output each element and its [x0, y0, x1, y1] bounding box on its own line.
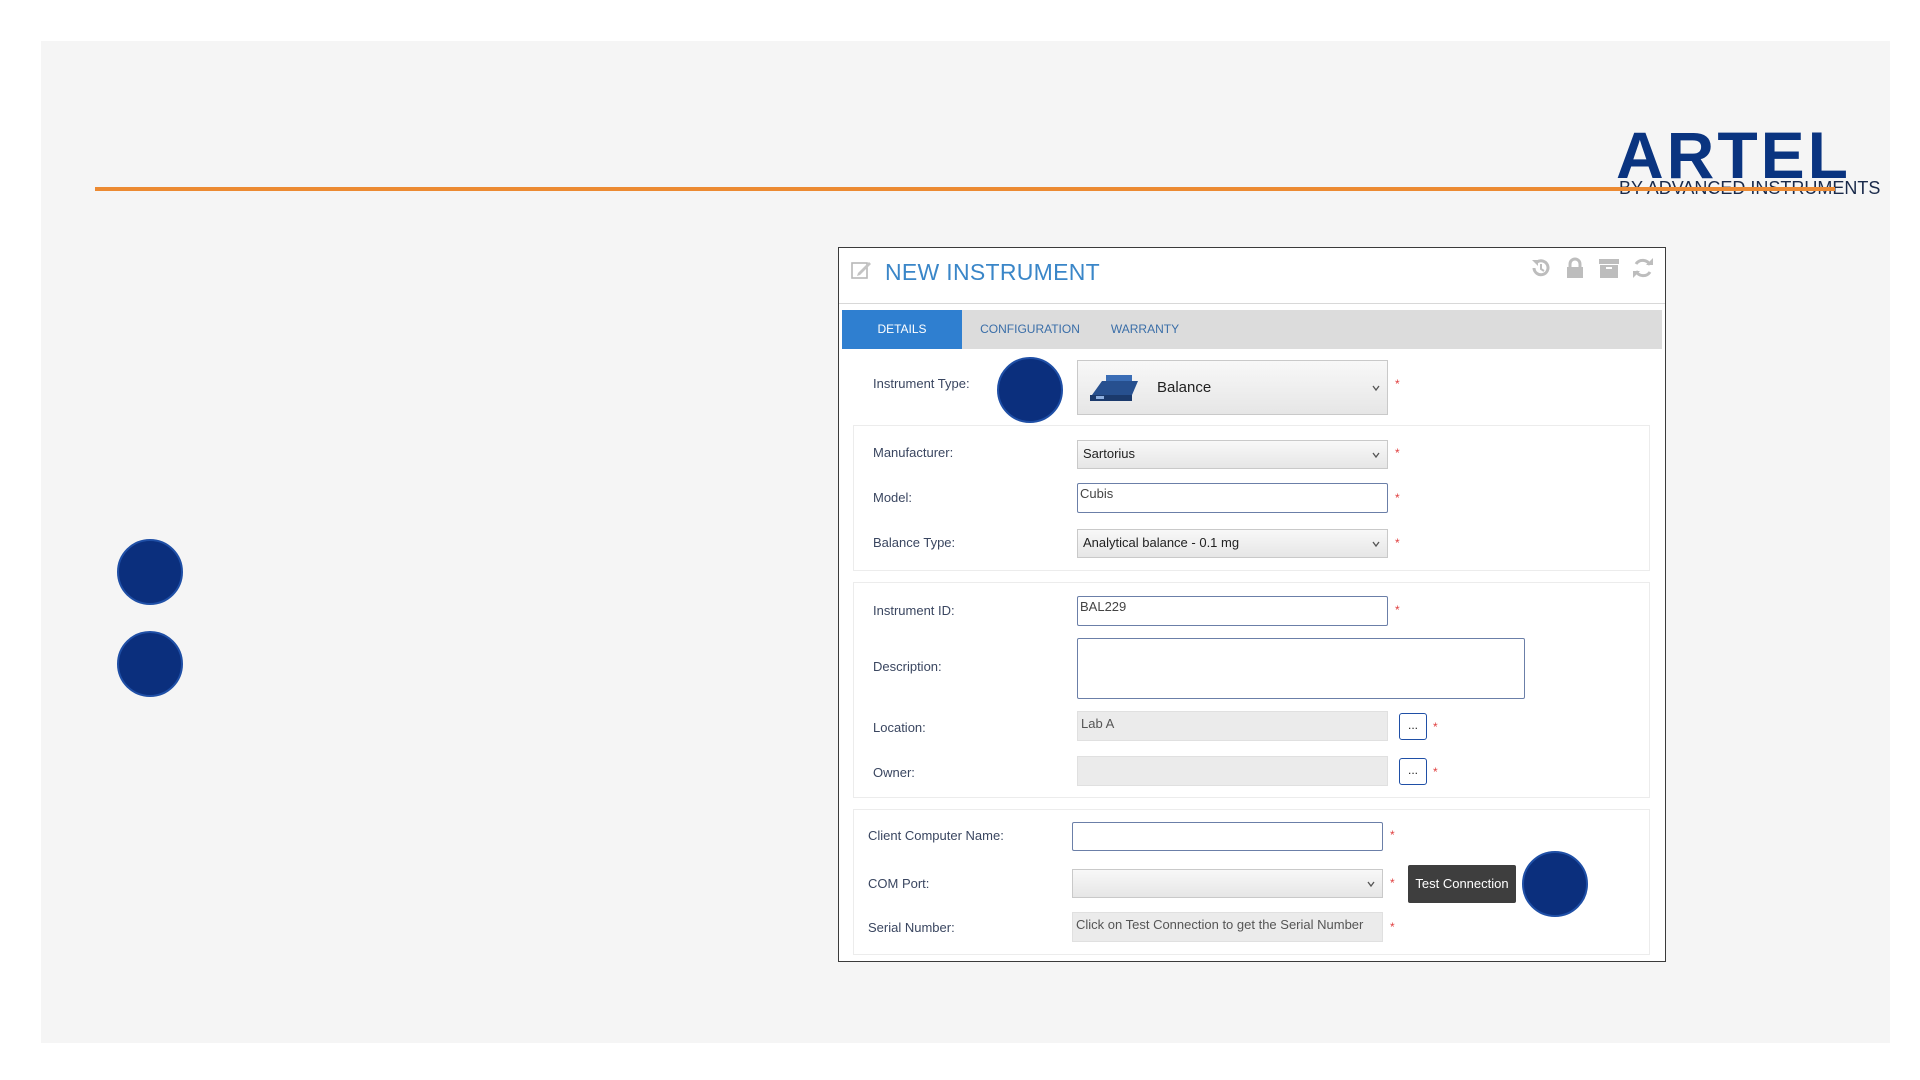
required-mark: * — [1390, 920, 1395, 934]
callout-marker-2 — [117, 631, 183, 697]
header-divider — [95, 187, 1835, 191]
instrument-id-input[interactable]: BAL229 — [1077, 596, 1388, 626]
required-mark: * — [1395, 603, 1400, 617]
required-mark: * — [1395, 491, 1400, 505]
client-computer-input[interactable] — [1072, 822, 1383, 851]
location-label: Location: — [873, 720, 926, 735]
required-mark: * — [1395, 377, 1400, 391]
chevron-down-icon — [1372, 452, 1380, 459]
description-label: Description: — [873, 659, 942, 674]
serial-number-field: Click on Test Connection to get the Seri… — [1072, 912, 1383, 942]
serial-number-label: Serial Number: — [868, 920, 955, 935]
required-mark: * — [1433, 720, 1438, 734]
com-port-select[interactable] — [1072, 869, 1383, 898]
owner-picker-button[interactable]: ... — [1399, 758, 1427, 785]
balance-type-value: Analytical balance - 0.1 mg — [1083, 535, 1240, 550]
required-mark: * — [1390, 876, 1395, 890]
callout-marker-3 — [997, 357, 1063, 423]
lock-icon[interactable] — [1563, 256, 1587, 280]
tab-configuration[interactable]: CONFIGURATION — [970, 310, 1090, 349]
model-input[interactable]: Cubis — [1077, 483, 1388, 513]
chevron-down-icon — [1367, 881, 1375, 888]
archive-icon[interactable] — [1597, 256, 1621, 280]
balance-type-select[interactable]: Analytical balance - 0.1 mg — [1077, 529, 1388, 558]
required-mark: * — [1395, 446, 1400, 460]
test-connection-button[interactable]: Test Connection — [1408, 865, 1516, 903]
new-instrument-window: NEW INSTRUMENT DETAILS CONFIGURATION WAR… — [838, 247, 1666, 962]
model-label: Model: — [873, 490, 913, 505]
callout-marker-1 — [117, 539, 183, 605]
client-computer-label: Client Computer Name: — [868, 828, 1004, 843]
window-header: NEW INSTRUMENT — [839, 248, 1665, 304]
chevron-down-icon — [1372, 385, 1380, 392]
header-toolbar — [1529, 256, 1655, 280]
location-field: Lab A — [1077, 711, 1388, 741]
tab-bar: DETAILS CONFIGURATION WARRANTY — [842, 310, 1662, 349]
required-mark: * — [1395, 536, 1400, 550]
manufacturer-select[interactable]: Sartorius — [1077, 440, 1388, 469]
chevron-down-icon — [1372, 541, 1380, 548]
required-mark: * — [1433, 765, 1438, 779]
owner-label: Owner: — [873, 765, 915, 780]
instrument-id-label: Instrument ID: — [873, 603, 955, 618]
window-title: NEW INSTRUMENT — [885, 259, 1101, 285]
balance-type-label: Balance Type: — [873, 535, 956, 550]
description-textarea[interactable] — [1077, 638, 1525, 699]
instrument-type-value: Balance — [1157, 379, 1212, 396]
location-picker-button[interactable]: ... — [1399, 713, 1427, 740]
tab-warranty[interactable]: WARRANTY — [1100, 310, 1190, 349]
instrument-type-label: Instrument Type: — [873, 376, 970, 391]
callout-marker-4 — [1522, 851, 1588, 917]
balance-scale-icon — [1090, 375, 1138, 401]
required-mark: * — [1390, 828, 1395, 842]
refresh-icon[interactable] — [1631, 256, 1655, 280]
manufacturer-label: Manufacturer: — [873, 445, 954, 460]
tab-details[interactable]: DETAILS — [842, 310, 962, 349]
com-port-label: COM Port: — [868, 876, 930, 891]
instrument-type-select[interactable]: Balance — [1077, 360, 1388, 415]
manufacturer-value: Sartorius — [1083, 446, 1136, 461]
edit-icon — [851, 262, 871, 279]
owner-field — [1077, 756, 1388, 786]
history-icon[interactable] — [1529, 256, 1553, 280]
